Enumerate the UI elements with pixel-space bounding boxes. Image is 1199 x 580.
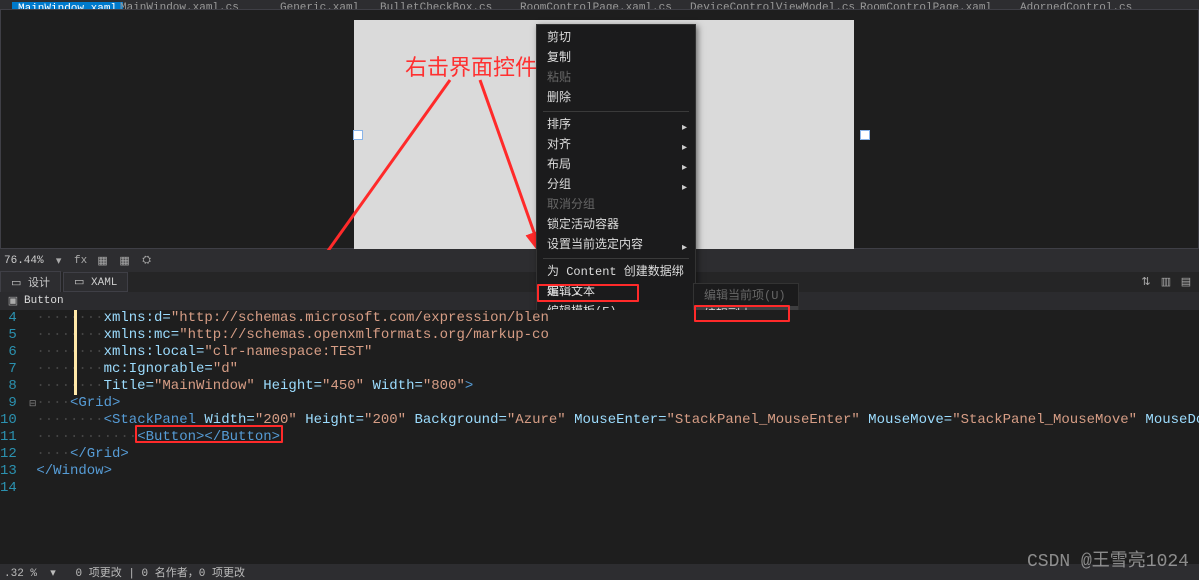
menu-layout[interactable]: 布局▸	[537, 155, 695, 175]
status-zoom[interactable]: .32 %	[4, 568, 37, 580]
menu-delete[interactable]: 删除	[537, 88, 695, 108]
status-bar: .32 % ▾ 0 项更改 | 0 名作者，0 项更改	[0, 564, 1199, 578]
options-icon[interactable]: ⛭	[140, 254, 154, 268]
menu-lock[interactable]: 锁定活动容器	[537, 215, 695, 235]
menu-separator	[543, 258, 689, 259]
menu-edit-text[interactable]: 编辑文本	[537, 282, 695, 302]
tab-design-view[interactable]: ▭ 设计	[0, 271, 61, 293]
menu-ungroup: 取消分组	[537, 195, 695, 215]
menu-order[interactable]: 排序▸	[537, 115, 695, 135]
status-changes: 0 项更改 | 0 名作者，0 项更改	[76, 568, 245, 580]
fx-icon[interactable]: fx	[74, 254, 88, 268]
selection-handle-right[interactable]	[860, 130, 870, 140]
target-icon: ▣	[6, 294, 20, 308]
xaml-editor[interactable]: 4567891011121314 ⊟ ········xmlns:d="http…	[0, 310, 1199, 566]
chevron-right-icon: ▸	[682, 239, 687, 259]
menu-content-binding[interactable]: 为 Content 创建数据绑定...	[537, 262, 695, 282]
line-number-gutter: 4567891011121314	[0, 310, 29, 566]
menu-align[interactable]: 对齐▸	[537, 135, 695, 155]
chevron-down-icon[interactable]: ▾	[52, 254, 66, 268]
menu-group[interactable]: 分组▸	[537, 175, 695, 195]
snap-icon[interactable]: ▦	[118, 254, 132, 268]
annotation-text: 右击界面控件	[405, 50, 537, 82]
split-h-icon[interactable]: ▥	[1159, 275, 1173, 289]
menu-paste: 粘贴	[537, 68, 695, 88]
split-v-icon[interactable]: ▤	[1179, 275, 1193, 289]
fold-gutter[interactable]: ⊟	[29, 310, 37, 566]
menu-set-selection[interactable]: 设置当前选定内容▸	[537, 235, 695, 255]
menu-copy[interactable]: 复制	[537, 48, 695, 68]
breadcrumb-segment[interactable]: Button	[24, 295, 64, 307]
selection-handle-left[interactable]	[353, 130, 363, 140]
change-marker	[74, 310, 77, 395]
menu-cut[interactable]: 剪切	[537, 28, 695, 48]
zoom-level[interactable]: 76.44%	[4, 255, 44, 267]
submenu-edit-current: 编辑当前项(U)	[694, 287, 798, 306]
menu-separator	[543, 111, 689, 112]
tab-xaml-view[interactable]: ▭ XAML	[63, 272, 128, 292]
code-lines[interactable]: ········xmlns:d="http://schemas.microsof…	[36, 310, 1199, 566]
sync-icon[interactable]: ⇅	[1139, 275, 1153, 289]
grid-icon[interactable]: ▦	[96, 254, 110, 268]
watermark: CSDN @王雪亮1024	[1027, 546, 1189, 572]
